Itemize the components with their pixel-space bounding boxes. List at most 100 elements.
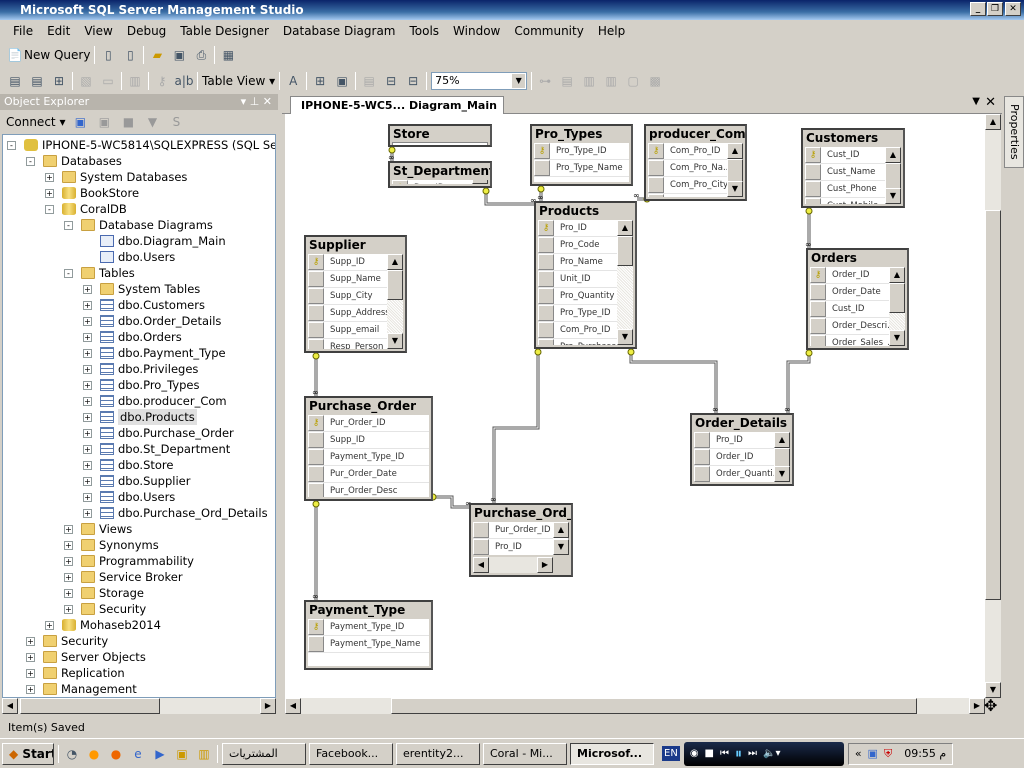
- properties-side-tab[interactable]: Properties: [1004, 96, 1024, 168]
- tree-node[interactable]: - IPHONE-5-WC5814\SQLEXPRESS (SQL Server …: [7, 137, 275, 153]
- column-row[interactable]: Payment_Type_ID: [308, 449, 429, 466]
- expander-toggle[interactable]: -: [64, 220, 73, 230]
- expander-toggle[interactable]: +: [83, 316, 92, 326]
- relationship-line[interactable]: [630, 349, 717, 413]
- expander-toggle[interactable]: +: [83, 492, 92, 502]
- scroll-up-button[interactable]: ▲: [387, 254, 403, 270]
- diagram-table-customers[interactable]: Customers ⚷ Cust_ID Cust_Name Cust_Phone Cust…: [801, 128, 905, 208]
- expander-toggle[interactable]: +: [45, 172, 54, 182]
- tree-node[interactable]: + Mohaseb2014: [45, 617, 161, 633]
- scroll-up-button[interactable]: ▲: [774, 432, 790, 448]
- quicklaunch-icon[interactable]: ●: [85, 745, 103, 763]
- tree-node[interactable]: + dbo.Customers: [83, 297, 205, 313]
- scroll-down-button[interactable]: ▼: [472, 180, 488, 184]
- table-vertical-scrollbar[interactable]: ▲▼: [885, 147, 901, 204]
- previous-icon[interactable]: ⏮: [720, 748, 729, 759]
- tree-node[interactable]: dbo.Users: [83, 249, 175, 265]
- activity-monitor-icon[interactable]: ▦: [219, 46, 237, 64]
- diagram-vertical-scrollbar[interactable]: ▲ ▼: [985, 114, 1001, 698]
- menu-view[interactable]: View: [77, 24, 119, 38]
- spatial-index-icon[interactable]: ▩: [646, 72, 664, 90]
- expander-toggle[interactable]: +: [64, 588, 73, 598]
- play-icon[interactable]: ◉: [690, 748, 699, 759]
- chevron-down-icon[interactable]: ▼: [512, 74, 526, 88]
- diagram-canvas[interactable]: ∞∞∞∞∞∞∞∞∞∞∞ StoreSt_Department⚷Dep_ID▲▼P…: [285, 114, 985, 698]
- expander-toggle[interactable]: +: [26, 668, 35, 678]
- expander-toggle[interactable]: -: [7, 140, 16, 150]
- tree-node[interactable]: + System Databases: [45, 169, 187, 185]
- expander-toggle[interactable]: +: [83, 348, 92, 358]
- scroll-thumb[interactable]: [889, 283, 905, 313]
- start-button[interactable]: ◆ Start: [2, 742, 54, 765]
- task-button[interactable]: Coral - Mi...: [483, 742, 567, 765]
- diagram-table-st_department[interactable]: St_Department ⚷ Dep_ID ▲▼: [388, 161, 492, 188]
- table-vertical-scrollbar[interactable]: ▲▼: [617, 220, 633, 345]
- stop-icon[interactable]: ■: [705, 748, 714, 759]
- expander-toggle[interactable]: +: [83, 460, 92, 470]
- filter-icon[interactable]: ▼: [143, 113, 161, 131]
- menu-file[interactable]: File: [6, 24, 40, 38]
- move-icon[interactable]: ✥: [984, 696, 997, 715]
- tree-node[interactable]: + Storage: [64, 585, 144, 601]
- column-row[interactable]: Pur_Order_Desc: [308, 483, 429, 497]
- diagram-table-supplier[interactable]: Supplier ⚷ Supp_ID Supp_Name Supp_City Supp_A…: [304, 235, 407, 353]
- column-row[interactable]: ⚷ Pur_Order_ID: [308, 415, 429, 432]
- menu-community[interactable]: Community: [507, 24, 590, 38]
- expander-toggle[interactable]: +: [83, 396, 92, 406]
- arrange-tables-icon[interactable]: ⊞: [311, 72, 329, 90]
- tree-node[interactable]: + dbo.Orders: [83, 329, 182, 345]
- tree-node[interactable]: + dbo.Supplier: [83, 473, 190, 489]
- diagram-table-orders[interactable]: Orders ⚷ Order_ID Order_Date Cust_ID Order_De…: [806, 248, 909, 350]
- tree-node[interactable]: + Synonyms: [64, 537, 159, 553]
- tree-node[interactable]: - Tables: [64, 265, 135, 281]
- expander-toggle[interactable]: +: [64, 524, 73, 534]
- restore-button[interactable]: ❐: [987, 2, 1003, 16]
- tree-node[interactable]: + dbo.Store: [83, 457, 173, 473]
- expander-toggle[interactable]: +: [45, 188, 54, 198]
- table-vertical-scrollbar[interactable]: ▲▼: [889, 267, 905, 346]
- scroll-down-button[interactable]: ▼: [774, 466, 790, 482]
- panel-controls[interactable]: ▾ ⊥ ✕: [241, 94, 272, 110]
- print-icon[interactable]: ⎙: [192, 46, 210, 64]
- tab-diagram-main[interactable]: IPHONE-5-WC5... Diagram_Main: [290, 96, 504, 114]
- tree-node[interactable]: + Security: [26, 633, 108, 649]
- tree-node[interactable]: + dbo.producer_Com: [83, 393, 227, 409]
- scroll-right-button[interactable]: ▶: [969, 698, 985, 714]
- table-vertical-scrollbar[interactable]: ▲▼: [387, 254, 403, 349]
- tree-node[interactable]: + Security: [64, 601, 146, 617]
- arrange-selection-icon[interactable]: ▣: [333, 72, 351, 90]
- relationship-line[interactable]: [629, 349, 718, 413]
- menu-debug[interactable]: Debug: [120, 24, 173, 38]
- show-labels-icon[interactable]: ⊟: [404, 72, 422, 90]
- scroll-up-button[interactable]: ▲: [553, 522, 569, 538]
- tree-node[interactable]: + dbo.Order_Details: [83, 313, 221, 329]
- table-view-dropdown[interactable]: Table View ▾: [202, 74, 275, 88]
- tree-node[interactable]: + dbo.Pro_Types: [83, 377, 200, 393]
- scroll-down-button[interactable]: ▼: [885, 188, 901, 204]
- diagram-table-products[interactable]: Products ⚷ Pro_ID Pro_Code Pro_Name Unit_ID Pr…: [534, 201, 637, 349]
- delete-table-icon[interactable]: ▧: [77, 72, 95, 90]
- expander-toggle[interactable]: +: [45, 620, 54, 630]
- tree-node[interactable]: + dbo.Products: [83, 409, 197, 425]
- diagram-table-pro_types[interactable]: Pro_Types ⚷ Pro_Type_ID Pro_Type_Name: [530, 124, 633, 186]
- task-button[interactable]: erentity2...: [396, 742, 480, 765]
- zoom-combo[interactable]: 75% ▼: [431, 72, 528, 90]
- show-hidden-icons-button[interactable]: «: [855, 747, 862, 760]
- expander-toggle[interactable]: -: [64, 268, 73, 278]
- menu-tools[interactable]: Tools: [402, 24, 446, 38]
- tree-node[interactable]: dbo.Diagram_Main: [83, 233, 226, 249]
- autosize-icon[interactable]: A: [284, 72, 302, 90]
- tree-node[interactable]: - Database Diagrams: [64, 217, 213, 233]
- column-row[interactable]: Pur_Order_Date: [308, 466, 429, 483]
- tree-node[interactable]: + System Tables: [83, 281, 200, 297]
- security-shield-icon[interactable]: ⛨: [884, 747, 892, 761]
- table-scrollbar[interactable]: [392, 142, 488, 145]
- register-icon[interactable]: ▣: [71, 113, 89, 131]
- tree-node[interactable]: - CoralDB: [45, 201, 127, 217]
- tree-node[interactable]: + dbo.Payment_Type: [83, 345, 226, 361]
- primary-key-icon[interactable]: ⚷: [153, 72, 171, 90]
- tree-node[interactable]: + BookStore: [45, 185, 139, 201]
- tree-node[interactable]: + Views: [64, 521, 132, 537]
- relationship-line[interactable]: [433, 495, 469, 509]
- diagram-table-payment_type[interactable]: Payment_Type ⚷ Payment_Type_ID Payment_Type…: [304, 600, 433, 670]
